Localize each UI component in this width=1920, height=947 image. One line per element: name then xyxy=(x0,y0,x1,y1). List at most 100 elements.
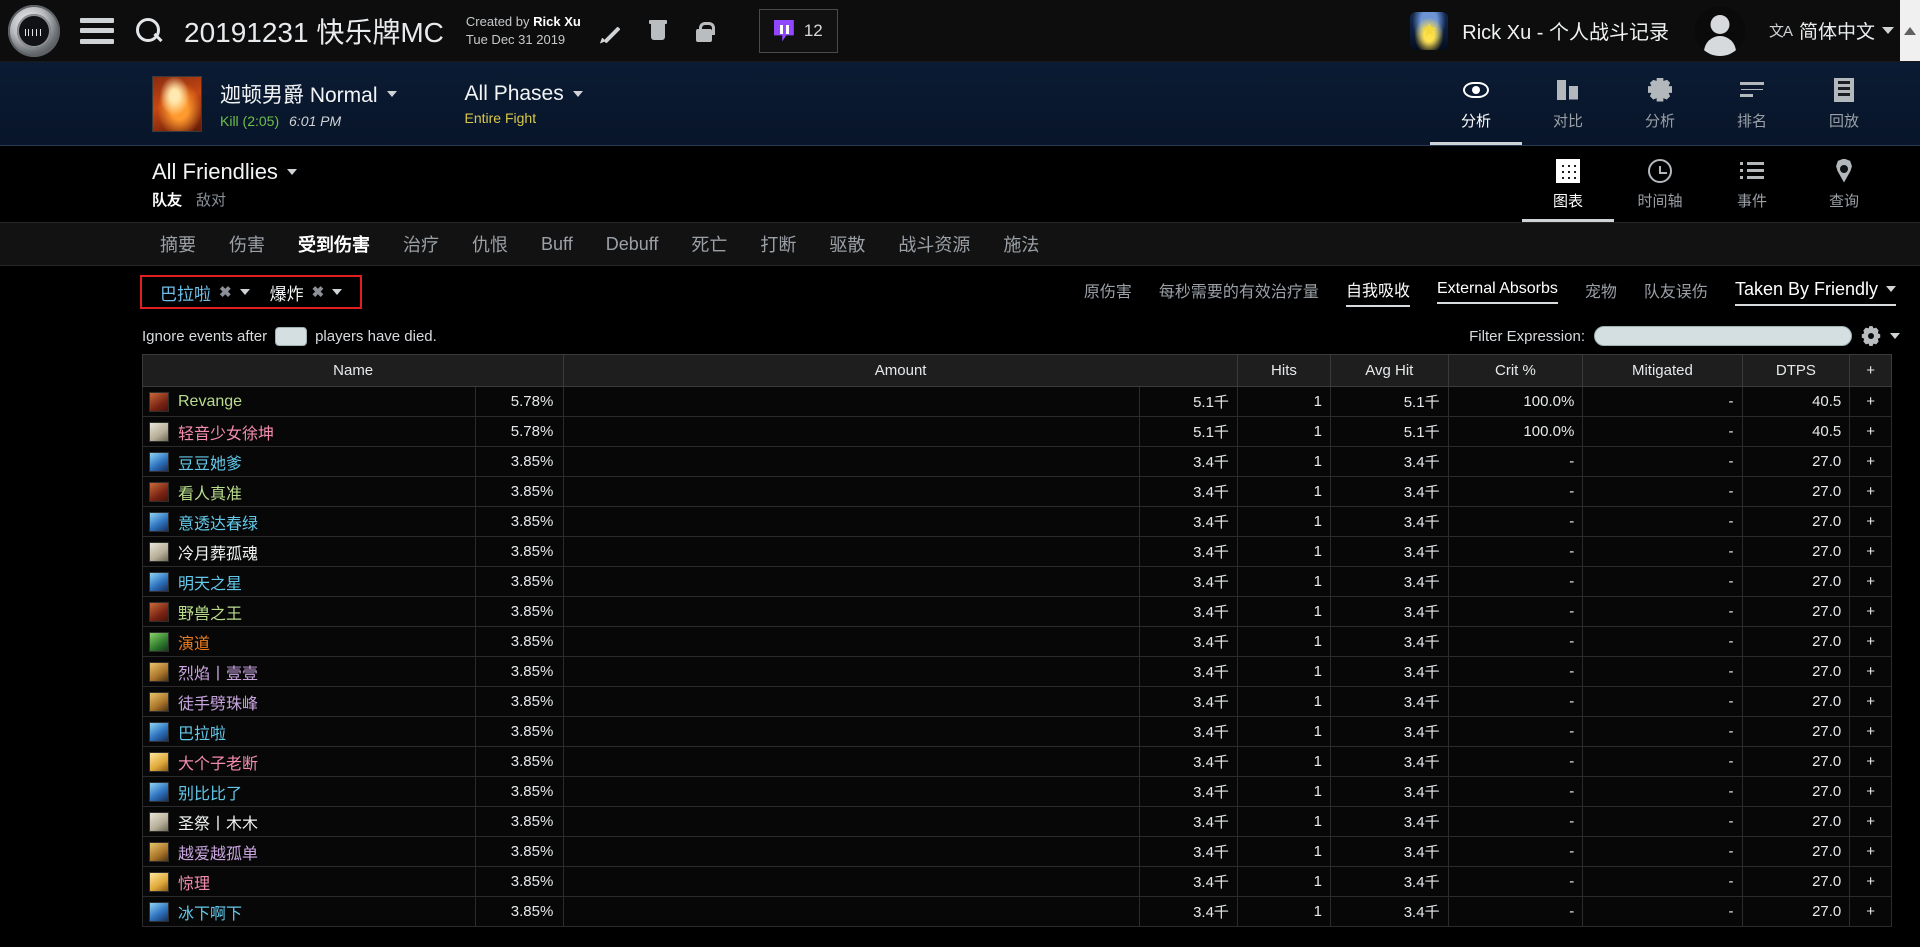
twitch-badge[interactable]: 12 xyxy=(759,9,838,53)
expand-row-button[interactable]: + xyxy=(1850,777,1892,807)
option-self-absorbs[interactable]: 自我吸收 xyxy=(1346,277,1410,307)
expand-row-button[interactable]: + xyxy=(1850,477,1892,507)
expand-row-button[interactable]: + xyxy=(1850,897,1892,927)
lock-icon[interactable] xyxy=(689,16,719,46)
expand-row-button[interactable]: + xyxy=(1850,627,1892,657)
toggle-enemy[interactable]: 敌对 xyxy=(196,189,226,210)
player-name[interactable]: 演道 xyxy=(178,630,210,654)
option-effective-hps[interactable]: 每秒需要的有效治疗量 xyxy=(1159,278,1319,306)
remove-filter-icon[interactable]: ✖ xyxy=(219,283,232,301)
hamburger-menu-icon[interactable] xyxy=(80,18,114,44)
table-row[interactable]: 冷月葬孤魂 3.85% 3.4千 1 3.4千 - - 27.0 + xyxy=(143,537,1892,567)
tab-debuffs[interactable]: Debuff xyxy=(606,234,659,255)
column-header-dtps[interactable]: DTPS xyxy=(1742,355,1850,387)
column-header-avg-hit[interactable]: Avg Hit xyxy=(1331,355,1449,387)
table-row[interactable]: 别比比了 3.85% 3.4千 1 3.4千 - - 27.0 + xyxy=(143,777,1892,807)
player-name[interactable]: Revange xyxy=(178,393,242,411)
filter-expression-input[interactable] xyxy=(1594,326,1852,346)
player-name[interactable]: 意透达春绿 xyxy=(178,510,258,534)
player-name[interactable]: 轻音少女徐坤 xyxy=(178,420,274,444)
view-tab-query[interactable]: 查询 xyxy=(1798,146,1890,222)
player-name[interactable]: 越爱越孤单 xyxy=(178,840,258,864)
table-row[interactable]: 明天之星 3.85% 3.4千 1 3.4千 - - 27.0 + xyxy=(143,567,1892,597)
tab-resources[interactable]: 战斗资源 xyxy=(898,231,970,257)
column-header-hits[interactable]: Hits xyxy=(1237,355,1330,387)
nav-tab-replay[interactable]: 回放 xyxy=(1798,62,1890,145)
player-name[interactable]: 豆豆她爹 xyxy=(178,450,242,474)
expand-row-button[interactable]: + xyxy=(1850,867,1892,897)
table-row[interactable]: 烈焰丨壹壹 3.85% 3.4千 1 3.4千 - - 27.0 + xyxy=(143,657,1892,687)
player-name[interactable]: 徒手劈珠峰 xyxy=(178,690,258,714)
phase-selector[interactable]: All Phases xyxy=(465,82,583,106)
table-row[interactable]: 越爱越孤单 3.85% 3.4千 1 3.4千 - - 27.0 + xyxy=(143,837,1892,867)
tab-interrupts[interactable]: 打断 xyxy=(760,231,796,257)
chevron-down-icon[interactable] xyxy=(1890,333,1900,339)
table-row[interactable]: 意透达春绿 3.85% 3.4千 1 3.4千 - - 27.0 + xyxy=(143,507,1892,537)
expand-row-button[interactable]: + xyxy=(1850,387,1892,417)
table-row[interactable]: 豆豆她爹 3.85% 3.4千 1 3.4千 - - 27.0 + xyxy=(143,447,1892,477)
view-tab-events[interactable]: 事件 xyxy=(1706,146,1798,222)
player-name[interactable]: 巴拉啦 xyxy=(178,720,226,744)
view-tab-table[interactable]: 图表 xyxy=(1522,146,1614,222)
expand-row-button[interactable]: + xyxy=(1850,417,1892,447)
tab-deaths[interactable]: 死亡 xyxy=(691,231,727,257)
gear-icon[interactable] xyxy=(1861,326,1881,346)
user-name[interactable]: Rick Xu - 个人战斗记录 xyxy=(1462,16,1669,45)
toggle-friendly[interactable]: 队友 xyxy=(152,189,182,210)
table-row[interactable]: 野兽之王 3.85% 3.4千 1 3.4千 - - 27.0 + xyxy=(143,597,1892,627)
tab-damage-done[interactable]: 伤害 xyxy=(229,231,265,257)
player-name[interactable]: 冰下啊下 xyxy=(178,900,242,924)
wcl-logo-icon[interactable] xyxy=(8,5,60,57)
tab-healing[interactable]: 治疗 xyxy=(403,231,439,257)
tab-threat[interactable]: 仇恨 xyxy=(472,231,508,257)
view-tab-timeline[interactable]: 时间轴 xyxy=(1614,146,1706,222)
table-row[interactable]: 大个子老断 3.85% 3.4千 1 3.4千 - - 27.0 + xyxy=(143,747,1892,777)
player-name[interactable]: 看人真准 xyxy=(178,480,242,504)
player-name[interactable]: 冷月葬孤魂 xyxy=(178,540,258,564)
remove-filter-icon[interactable]: ✖ xyxy=(312,283,325,301)
column-header-mitigated[interactable]: Mitigated xyxy=(1583,355,1742,387)
tab-casts[interactable]: 施法 xyxy=(1003,231,1039,257)
table-row[interactable]: 巴拉啦 3.85% 3.4千 1 3.4千 - - 27.0 + xyxy=(143,717,1892,747)
expand-row-button[interactable]: + xyxy=(1850,597,1892,627)
nav-tab-analysis[interactable]: 分析 xyxy=(1614,62,1706,145)
report-title[interactable]: 20191231 快乐牌MC xyxy=(184,11,444,51)
ignore-deaths-input[interactable] xyxy=(275,327,307,346)
table-row[interactable]: Revange 5.78% 5.1千 1 5.1千 100.0% - 40.5 … xyxy=(143,387,1892,417)
table-row[interactable]: 冰下啊下 3.85% 3.4千 1 3.4千 - - 27.0 + xyxy=(143,897,1892,927)
search-icon[interactable] xyxy=(134,16,164,46)
tab-buffs[interactable]: Buff xyxy=(541,234,573,255)
option-pets[interactable]: 宠物 xyxy=(1585,278,1617,306)
filter-pill-source[interactable]: 爆炸 ✖ xyxy=(260,280,353,305)
table-row[interactable]: 徒手劈珠峰 3.85% 3.4千 1 3.4千 - - 27.0 + xyxy=(143,687,1892,717)
table-row[interactable]: 惊理 3.85% 3.4千 1 3.4千 - - 27.0 + xyxy=(143,867,1892,897)
player-name[interactable]: 大个子老断 xyxy=(178,750,258,774)
nav-tab-analyze[interactable]: 分析 xyxy=(1430,62,1522,145)
column-header-name[interactable]: Name xyxy=(143,355,564,387)
chevron-down-icon[interactable] xyxy=(240,289,250,295)
chevron-down-icon[interactable] xyxy=(332,289,342,295)
table-row[interactable]: 圣祭丨木木 3.85% 3.4千 1 3.4千 - - 27.0 + xyxy=(143,807,1892,837)
player-name[interactable]: 野兽之王 xyxy=(178,600,242,624)
player-name[interactable]: 圣祭丨木木 xyxy=(178,810,258,834)
filter-pill-ability[interactable]: 巴拉啦 ✖ xyxy=(150,280,260,305)
trash-icon[interactable] xyxy=(643,16,673,46)
expand-row-button[interactable]: + xyxy=(1850,567,1892,597)
expand-row-button[interactable]: + xyxy=(1850,747,1892,777)
boss-selector[interactable]: 迦顿男爵 Normal xyxy=(220,79,397,109)
column-header-add[interactable]: + xyxy=(1850,355,1892,387)
option-external-absorbs[interactable]: External Absorbs xyxy=(1437,280,1558,304)
tab-damage-taken[interactable]: 受到伤害 xyxy=(298,231,370,257)
expand-row-button[interactable]: + xyxy=(1850,507,1892,537)
language-selector[interactable]: 文A 简体中文 xyxy=(1769,17,1894,44)
friendlies-selector[interactable]: All Friendlies xyxy=(152,159,297,185)
expand-row-button[interactable]: + xyxy=(1850,537,1892,567)
option-taken-by-friendly[interactable]: Taken By Friendly xyxy=(1735,279,1896,306)
option-friendly-fire[interactable]: 队友误伤 xyxy=(1644,278,1708,306)
pencil-icon[interactable] xyxy=(597,16,627,46)
expand-row-button[interactable]: + xyxy=(1850,717,1892,747)
expand-row-button[interactable]: + xyxy=(1850,447,1892,477)
expand-row-button[interactable]: + xyxy=(1850,837,1892,867)
tab-dispels[interactable]: 驱散 xyxy=(829,231,865,257)
table-row[interactable]: 演道 3.85% 3.4千 1 3.4千 - - 27.0 + xyxy=(143,627,1892,657)
